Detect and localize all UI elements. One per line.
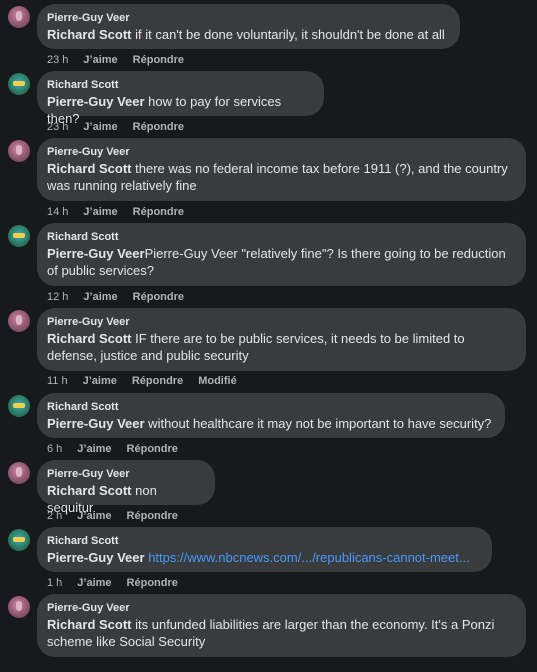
comment-time[interactable]: 2 h (47, 509, 62, 523)
avatar[interactable] (8, 395, 30, 417)
comment-time[interactable]: 11 h (47, 374, 68, 388)
comment-actions: 1 h J’aime Répondre (47, 576, 178, 590)
comment-author[interactable]: Richard Scott (47, 78, 312, 92)
comment-bubble: Richard Scott Pierre-Guy Veer how to pay… (37, 71, 324, 126)
like-button[interactable]: J’aime (77, 576, 111, 590)
edited-label[interactable]: Modifié (198, 374, 237, 388)
comment-bubble: Pierre-Guy Veer Richard Scott its unfund… (37, 594, 526, 657)
mention[interactable]: Pierre-Guy Veer (47, 94, 145, 109)
comment-bubble: Pierre-Guy Veer Richard Scott non sequit… (37, 460, 215, 515)
avatar[interactable] (8, 596, 30, 618)
comment-actions: 11 h J’aime Répondre Modifié (47, 374, 237, 388)
comment-body: if it can't be done voluntarily, it shou… (131, 27, 445, 42)
comment-actions: 23 h J’aime Répondre (47, 120, 184, 134)
mention[interactable]: Richard Scott (47, 483, 132, 498)
comment-author[interactable]: Pierre-Guy Veer (47, 11, 448, 25)
reply-button[interactable]: Répondre (132, 374, 183, 388)
reply-button[interactable]: Répondre (127, 442, 178, 456)
reply-button[interactable]: Répondre (133, 53, 184, 67)
reply-button[interactable]: Répondre (133, 290, 184, 304)
comment-text: Richard Scott IF there are to be public … (47, 330, 514, 364)
reply-button[interactable]: Répondre (133, 120, 184, 134)
avatar[interactable] (8, 529, 30, 551)
like-button[interactable]: J’aime (77, 509, 111, 523)
comment-actions: 23 h J’aime Répondre (47, 53, 184, 67)
comment-text: Richard Scott if it can't be done volunt… (47, 26, 448, 43)
comment-actions: 2 h J’aime Répondre (47, 509, 178, 523)
comment-text: Pierre-Guy VeerPierre-Guy Veer "relative… (47, 245, 514, 279)
comment-text: Richard Scott there was no federal incom… (47, 160, 514, 194)
mention[interactable]: Pierre-Guy Veer (47, 416, 145, 431)
mention[interactable]: Richard Scott (47, 617, 132, 632)
like-button[interactable]: J’aime (83, 374, 117, 388)
comment-bubble: Richard Scott Pierre-Guy VeerPierre-Guy … (37, 223, 526, 286)
avatar[interactable] (8, 462, 30, 484)
comment-link[interactable]: https://www.nbcnews.com/.../republicans-… (148, 550, 470, 565)
comment-author[interactable]: Richard Scott (47, 534, 480, 548)
avatar[interactable] (8, 73, 30, 95)
comment-actions: 12 h J’aime Répondre (47, 290, 184, 304)
comment-author[interactable]: Pierre-Guy Veer (47, 467, 203, 481)
comment-author[interactable]: Richard Scott (47, 400, 493, 414)
comment-actions: 6 h J’aime Répondre (47, 442, 178, 456)
comment-bubble: Pierre-Guy Veer Richard Scott IF there a… (37, 308, 526, 371)
comment-body: without healthcare it may not be importa… (144, 416, 492, 431)
comment-author[interactable]: Pierre-Guy Veer (47, 315, 514, 329)
comment-text: Pierre-Guy Veer without healthcare it ma… (47, 415, 493, 432)
comment-time[interactable]: 23 h (47, 120, 68, 134)
mention[interactable]: Richard Scott (47, 161, 132, 176)
reply-button[interactable]: Répondre (127, 576, 178, 590)
comment-bubble: Pierre-Guy Veer Richard Scott if it can'… (37, 4, 460, 49)
comment-time[interactable]: 23 h (47, 53, 68, 67)
comment-text: Pierre-Guy Veer https://www.nbcnews.com/… (47, 549, 480, 566)
comment-author[interactable]: Pierre-Guy Veer (47, 145, 514, 159)
comment-time[interactable]: 12 h (47, 290, 68, 304)
like-button[interactable]: J’aime (77, 442, 111, 456)
mention[interactable]: Richard Scott (47, 331, 132, 346)
like-button[interactable]: J’aime (83, 290, 117, 304)
reply-button[interactable]: Répondre (133, 205, 184, 219)
comment-bubble: Pierre-Guy Veer Richard Scott there was … (37, 138, 526, 201)
comment-actions: 14 h J’aime Répondre (47, 205, 184, 219)
comment-author[interactable]: Richard Scott (47, 230, 514, 244)
comment-time[interactable]: 1 h (47, 576, 62, 590)
like-button[interactable]: J’aime (83, 53, 117, 67)
mention[interactable]: Pierre-Guy Veer (47, 246, 145, 261)
comment-text: Richard Scott its unfunded liabilities a… (47, 616, 514, 650)
comment-time[interactable]: 14 h (47, 205, 68, 219)
mention[interactable]: Richard Scott (47, 27, 132, 42)
comment-bubble: Richard Scott Pierre-Guy Veer https://ww… (37, 527, 492, 572)
avatar[interactable] (8, 140, 30, 162)
comment-time[interactable]: 6 h (47, 442, 62, 456)
avatar[interactable] (8, 6, 30, 28)
comment-author[interactable]: Pierre-Guy Veer (47, 601, 514, 615)
reply-button[interactable]: Répondre (127, 509, 178, 523)
mention[interactable]: Pierre-Guy Veer (47, 550, 145, 565)
comment-bubble: Richard Scott Pierre-Guy Veer without he… (37, 393, 505, 438)
like-button[interactable]: J’aime (83, 205, 117, 219)
avatar[interactable] (8, 310, 30, 332)
avatar[interactable] (8, 225, 30, 247)
comment-thread: Pierre-Guy Veer Richard Scott if it can'… (0, 0, 537, 672)
like-button[interactable]: J’aime (83, 120, 117, 134)
